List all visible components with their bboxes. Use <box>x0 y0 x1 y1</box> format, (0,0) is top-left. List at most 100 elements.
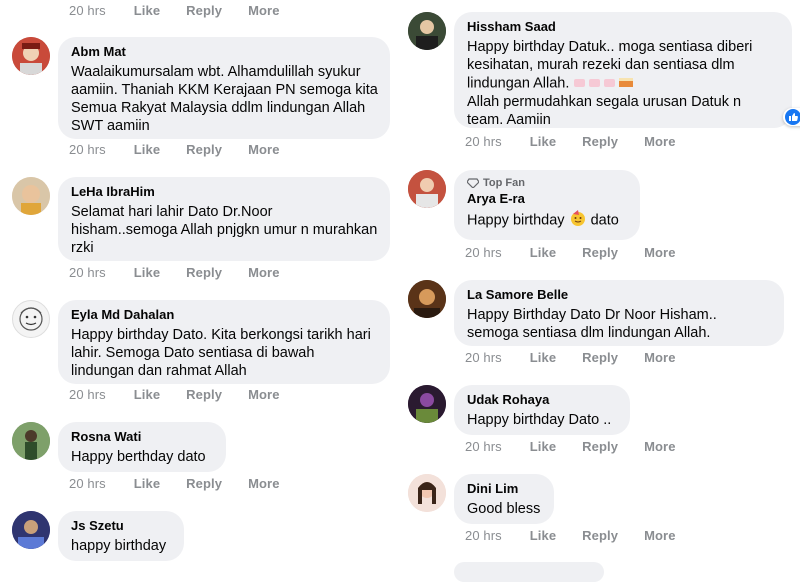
comment-text: Happy birthday Dato. Kita berkongsi tari… <box>71 327 371 379</box>
comment-actions: 20 hrs Like Reply More <box>465 134 702 149</box>
comment-actions: 20 hrs Like Reply More <box>69 142 306 157</box>
comment-bubble: Top Fan Arya E-ra Happy birthday dato <box>454 170 640 240</box>
avatar[interactable] <box>12 511 50 549</box>
comment-text: Waalaikumursalam wbt. Alhamdulillah syuk… <box>71 64 378 134</box>
commenter-name[interactable]: Dini Lim <box>467 480 542 498</box>
more-button[interactable]: More <box>644 439 675 454</box>
commenter-name[interactable]: Abm Mat <box>71 43 378 61</box>
comment-bubble: Eyla Md Dahalan Happy birthday Dato. Kit… <box>58 300 390 384</box>
comment-bubble: Hissham Saad Happy birthday Datuk.. moga… <box>454 12 800 129</box>
comment-text: Good bless <box>467 501 541 517</box>
reply-button[interactable]: Reply <box>186 265 222 280</box>
comment-actions: 20 hrs Like Reply More <box>69 3 306 18</box>
comment-bubble: Abm Mat Waalaikumursalam wbt. Alhamdulil… <box>58 37 390 139</box>
like-button[interactable]: Like <box>134 3 160 18</box>
comment-text: Selamat hari lahir Dato Dr.Noor hisham..… <box>71 204 378 256</box>
avatar[interactable] <box>408 474 446 512</box>
reply-button[interactable]: Reply <box>186 142 222 157</box>
commenter-name[interactable]: LeHa IbraHim <box>71 183 378 201</box>
diamond-icon <box>467 178 479 188</box>
comment-actions: 20 hrs Like Reply More <box>69 476 306 491</box>
avatar[interactable] <box>408 280 446 318</box>
reaction-summary[interactable]: 1 <box>783 108 800 126</box>
like-reaction-icon <box>785 109 800 125</box>
commenter-name[interactable]: Arya E-ra <box>467 190 628 208</box>
more-button[interactable]: More <box>248 265 279 280</box>
reply-button[interactable]: Reply <box>582 245 618 260</box>
like-button[interactable]: Like <box>134 387 160 402</box>
more-button[interactable]: More <box>644 528 675 543</box>
comment-actions: 20 hrs Like Reply More <box>465 245 702 260</box>
avatar[interactable] <box>408 170 446 208</box>
avatar[interactable] <box>12 422 50 460</box>
like-button[interactable]: Like <box>134 142 160 157</box>
comment-bubble: LeHa IbraHim Selamat hari lahir Dato Dr.… <box>58 177 390 261</box>
comment-text: Happy Birthday Dato Dr Noor Hisham.. sem… <box>467 307 717 341</box>
like-button[interactable]: Like <box>530 439 556 454</box>
comment-time[interactable]: 20 hrs <box>69 387 106 402</box>
comment-time[interactable]: 20 hrs <box>69 265 106 280</box>
comment-time[interactable]: 20 hrs <box>465 350 502 365</box>
comment-text: Happy birthday Dato .. <box>467 412 612 428</box>
commenter-name[interactable]: Hissham Saad <box>467 18 780 36</box>
comment-bubble: Dini Lim Good bless <box>454 474 554 524</box>
comment-bubble-partial <box>454 562 604 582</box>
comment-text: Happy birthday dato <box>467 210 628 231</box>
comment-actions: 20 hrs Like Reply More <box>465 439 702 454</box>
reply-button[interactable]: Reply <box>186 476 222 491</box>
reply-button[interactable]: Reply <box>186 3 222 18</box>
comment-time[interactable]: 20 hrs <box>69 3 106 18</box>
reply-button[interactable]: Reply <box>186 387 222 402</box>
comment-actions: 20 hrs Like Reply More <box>465 528 702 543</box>
comment-time[interactable]: 20 hrs <box>465 134 502 149</box>
like-button[interactable]: Like <box>530 528 556 543</box>
more-button[interactable]: More <box>644 350 675 365</box>
comment-text: happy birthday <box>71 538 167 554</box>
like-button[interactable]: Like <box>530 134 556 149</box>
more-button[interactable]: More <box>248 387 279 402</box>
comment-actions: 20 hrs Like Reply More <box>69 265 306 280</box>
comment-text-part: dato <box>590 212 619 229</box>
comment-time[interactable]: 20 hrs <box>465 245 502 260</box>
avatar[interactable] <box>408 12 446 50</box>
like-button[interactable]: Like <box>134 476 160 491</box>
reply-button[interactable]: Reply <box>582 134 618 149</box>
commenter-name[interactable]: La Samore Belle <box>467 286 772 304</box>
more-button[interactable]: More <box>248 142 279 157</box>
comment-text: Happy birthday Datuk.. moga sentiasa dib… <box>467 38 780 129</box>
like-button[interactable]: Like <box>134 265 160 280</box>
comment-bubble: Udak Rohaya Happy birthday Dato .. <box>454 385 630 435</box>
comment-time[interactable]: 20 hrs <box>69 142 106 157</box>
more-button[interactable]: More <box>644 245 675 260</box>
comment-text-part: Allah permudahkan segala urusan Datuk n … <box>467 94 742 128</box>
more-button[interactable]: More <box>644 134 675 149</box>
birthday-cake-emoji-icon <box>573 74 635 93</box>
comment-text: Happy berthday dato <box>71 449 206 465</box>
top-fan-badge: Top Fan <box>467 176 628 190</box>
avatar[interactable] <box>12 37 50 75</box>
reply-button[interactable]: Reply <box>582 439 618 454</box>
comment-time[interactable]: 20 hrs <box>465 528 502 543</box>
commenter-name[interactable]: Udak Rohaya <box>467 391 618 409</box>
comment-text-part: Happy birthday <box>467 212 565 229</box>
like-button[interactable]: Like <box>530 245 556 260</box>
comment-time[interactable]: 20 hrs <box>69 476 106 491</box>
comment-bubble: Rosna Wati Happy berthday dato <box>58 422 226 472</box>
badge-label: Top Fan <box>483 177 525 189</box>
avatar[interactable] <box>408 385 446 423</box>
comment-actions: 20 hrs Like Reply More <box>69 387 306 402</box>
more-button[interactable]: More <box>248 476 279 491</box>
avatar[interactable] <box>12 300 50 338</box>
comment-bubble: La Samore Belle Happy Birthday Dato Dr N… <box>454 280 784 346</box>
reply-button[interactable]: Reply <box>582 528 618 543</box>
commenter-name[interactable]: Eyla Md Dahalan <box>71 306 378 324</box>
commenter-name[interactable]: Rosna Wati <box>71 428 214 446</box>
more-button[interactable]: More <box>248 3 279 18</box>
reply-button[interactable]: Reply <box>582 350 618 365</box>
comment-bubble: Js Szetu happy birthday <box>58 511 184 561</box>
like-button[interactable]: Like <box>530 350 556 365</box>
avatar[interactable] <box>12 177 50 215</box>
comment-actions: 20 hrs Like Reply More <box>465 350 702 365</box>
comment-time[interactable]: 20 hrs <box>465 439 502 454</box>
commenter-name[interactable]: Js Szetu <box>71 517 172 535</box>
